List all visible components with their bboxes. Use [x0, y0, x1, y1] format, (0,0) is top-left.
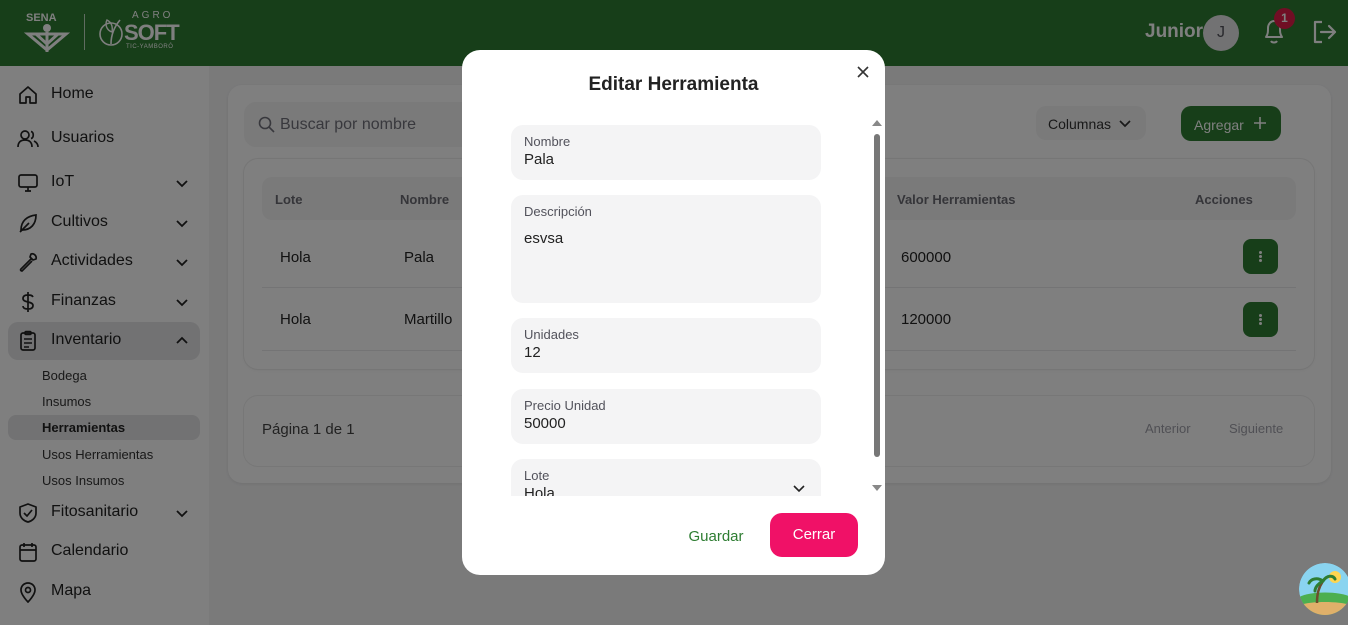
scroll-down-arrow-icon[interactable]: [872, 485, 882, 491]
precio-unidad-value: 50000: [524, 415, 566, 432]
descripcion-label: Descripción: [524, 204, 592, 219]
descripcion-field[interactable]: Descripción esvsa: [511, 195, 821, 303]
save-button[interactable]: Guardar: [678, 522, 754, 552]
nombre-label: Nombre: [524, 134, 571, 149]
descripcion-value: esvsa: [524, 230, 564, 247]
assistant-avatar-icon[interactable]: [1299, 563, 1348, 615]
nombre-value: Pala: [524, 151, 555, 168]
scrollbar-thumb[interactable]: [874, 134, 880, 457]
chevron-down-icon: [793, 485, 805, 493]
lote-value: Hola: [524, 485, 555, 496]
scroll-up-arrow-icon[interactable]: [872, 120, 882, 126]
nombre-field[interactable]: Nombre Pala: [511, 125, 821, 180]
precio-unidad-field[interactable]: Precio Unidad 50000: [511, 389, 821, 444]
lote-select[interactable]: Lote Hola: [511, 459, 821, 496]
unidades-field[interactable]: Unidades 12: [511, 318, 821, 373]
close-icon[interactable]: [856, 65, 870, 79]
edit-tool-modal: Editar Herramienta Nombre Pala Descripci…: [462, 50, 885, 575]
close-button[interactable]: Cerrar: [770, 513, 858, 557]
unidades-value: 12: [524, 344, 541, 361]
modal-title: Editar Herramienta: [588, 74, 759, 95]
lote-label: Lote: [524, 468, 550, 483]
precio-unidad-label: Precio Unidad: [524, 398, 606, 413]
unidades-label: Unidades: [524, 327, 579, 342]
